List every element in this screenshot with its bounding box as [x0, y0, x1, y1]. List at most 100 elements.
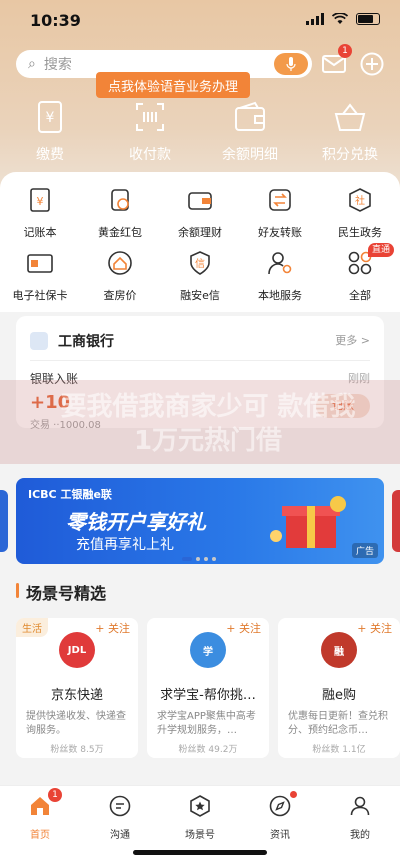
service-all[interactable]: 直通 全部	[320, 243, 400, 312]
scan-pay-icon	[136, 103, 164, 131]
service-house-price[interactable]: 查房价	[80, 249, 160, 312]
signal-icon	[306, 13, 324, 25]
svg-text:信: 信	[195, 258, 205, 270]
quick-action-label: 积分兑换	[322, 147, 378, 163]
services-row: ¥ 记账本 黄金红包 余额理财 好友转账 社 民生政务	[0, 186, 400, 249]
svg-text:社: 社	[355, 194, 365, 207]
user-icon	[350, 796, 370, 816]
next-banner-peek[interactable]	[392, 490, 400, 552]
follow-button[interactable]: + 关注	[226, 620, 261, 636]
qiuxuebao-logo-icon: 学	[190, 632, 226, 668]
quick-action-label: 收付款	[129, 147, 171, 163]
follow-button[interactable]: + 关注	[95, 620, 130, 636]
follower-count: 粉丝数 49.2万	[178, 745, 238, 755]
service-local[interactable]: 本地服务	[240, 249, 320, 312]
quick-action-pay-receive[interactable]: 收付款	[100, 100, 200, 164]
services-row: 电子社保卡 查房价 信 融安e信 本地服务 直通 全部	[0, 243, 400, 312]
scene-card[interactable]: + 关注 融 融e购 优惠每日更新！查兑积分、预约纪念币… 粉丝数 1.1亿	[278, 618, 400, 758]
microphone-icon	[286, 57, 296, 71]
quick-action-balance-detail[interactable]: 余额明细	[200, 100, 300, 164]
service-credit[interactable]: 信 融安e信	[160, 249, 240, 312]
scene-description: 求学宝APP聚焦中高考升学规划服务，…	[157, 711, 256, 736]
service-gold-packet[interactable]: 黄金红包	[80, 186, 160, 249]
messages-button[interactable]: 1	[320, 44, 352, 78]
house-price-icon	[108, 251, 132, 275]
mail-badge: 1	[338, 44, 352, 58]
banner-pagination	[182, 557, 216, 561]
service-label: 本地服务	[258, 289, 302, 302]
tab-label: 首页	[30, 830, 50, 841]
add-button[interactable]	[358, 50, 386, 78]
follow-button[interactable]: + 关注	[357, 620, 392, 636]
scene-card[interactable]: + 关注 学 求学宝-帮你挑… 求学宝APP聚焦中高考升学规划服务，… 粉丝数 …	[147, 618, 269, 758]
banner-title: 零钱开户享好礼	[66, 510, 206, 534]
compass-icon	[269, 795, 291, 817]
quick-action-label: 余额明细	[222, 147, 278, 163]
quick-action-label: 缴费	[36, 147, 64, 163]
watermark-text: 要我借我商家少可 款借我1万元热门借	[60, 392, 356, 456]
voice-search-button[interactable]	[274, 53, 308, 75]
home-indicator	[133, 850, 267, 855]
battery-icon	[356, 13, 380, 25]
service-label: 民生政务	[338, 226, 382, 239]
tab-home[interactable]: 1 首页	[0, 786, 80, 865]
wallet-icon	[235, 101, 265, 131]
scene-cards: 生活 + 关注 JDL 京东快递 提供快递收发、快递查询服务。 粉丝数 8.5万…	[16, 618, 400, 758]
tab-me[interactable]: 我的	[320, 786, 400, 865]
service-label: 查房价	[103, 289, 137, 302]
service-label: 余额理财	[178, 226, 222, 239]
section-title: 场景号精选	[16, 580, 106, 604]
service-ledger[interactable]: ¥ 记账本	[0, 186, 80, 249]
quick-actions: ¥ 缴费 收付款 余额明细 积分兑换	[0, 100, 400, 164]
voice-service-tooltip[interactable]: 点我体验语音业务办理	[96, 72, 250, 98]
star-hexagon-icon	[190, 795, 210, 817]
ledger-icon: ¥	[30, 188, 50, 212]
quick-action-pay-bills[interactable]: ¥ 缴费	[0, 100, 100, 164]
tab-label: 我的	[350, 830, 370, 841]
service-label: 好友转账	[258, 226, 302, 239]
category-tag: 生活	[16, 618, 48, 637]
chat-icon	[109, 795, 131, 817]
gift-box-icon	[270, 496, 346, 548]
banner-subtitle: 充值再享礼上礼	[76, 537, 174, 553]
service-label: 记账本	[23, 226, 57, 239]
status-icons	[306, 13, 380, 25]
scene-description: 提供快递收发、快递查询服务。	[26, 711, 126, 736]
service-label: 黄金红包	[98, 226, 142, 239]
plus-circle-icon	[360, 52, 384, 76]
services-grid: ¥ 记账本 黄金红包 余额理财 好友转账 社 民生政务 电子社保卡 查房价 信 …	[0, 186, 400, 312]
scene-name: 融e购	[322, 688, 356, 703]
tab-label: 资讯	[270, 830, 290, 841]
scene-card[interactable]: 生活 + 关注 JDL 京东快递 提供快递收发、快递查询服务。 粉丝数 8.5万	[16, 618, 138, 758]
hot-badge: 直通	[367, 243, 394, 257]
search-icon: ⌕	[28, 56, 36, 72]
service-government[interactable]: 社 民生政务	[320, 186, 400, 249]
wifi-icon	[332, 13, 348, 24]
scene-description: 优惠每日更新！查兑积分、预约纪念币…	[288, 711, 388, 736]
search-placeholder: 搜索	[43, 57, 72, 73]
wallet-finance-icon	[188, 192, 212, 210]
social-card-icon	[27, 254, 53, 273]
status-time: 10:39	[30, 11, 81, 30]
service-label: 电子社保卡	[12, 289, 68, 302]
transfer-icon	[269, 189, 291, 211]
gold-packet-icon	[111, 189, 129, 211]
previous-banner-peek[interactable]	[0, 490, 8, 552]
quick-action-points[interactable]: 积分兑换	[300, 100, 400, 164]
promo-banner[interactable]: ICBC 工银融e联 零钱开户享好礼 充值再享礼上礼 广告	[16, 478, 384, 564]
service-balance-finance[interactable]: 余额理财	[160, 186, 240, 249]
follower-count: 粉丝数 1.1亿	[312, 745, 366, 755]
bank-logo-icon	[30, 332, 48, 350]
svg-text:¥: ¥	[37, 195, 44, 208]
follower-count: 粉丝数 8.5万	[50, 745, 104, 755]
news-dot	[290, 791, 297, 798]
service-social-card[interactable]: 电子社保卡	[0, 249, 80, 312]
banner-brand: ICBC 工银融e联	[28, 488, 112, 501]
service-friend-transfer[interactable]: 好友转账	[240, 186, 320, 249]
scene-name: 求学宝-帮你挑…	[160, 688, 256, 703]
basket-icon	[334, 103, 366, 131]
svg-text:¥: ¥	[46, 110, 55, 126]
more-link[interactable]: 更多 >	[335, 332, 370, 348]
scene-name: 京东快递	[50, 688, 103, 703]
bank-name: 工商银行	[58, 334, 114, 350]
